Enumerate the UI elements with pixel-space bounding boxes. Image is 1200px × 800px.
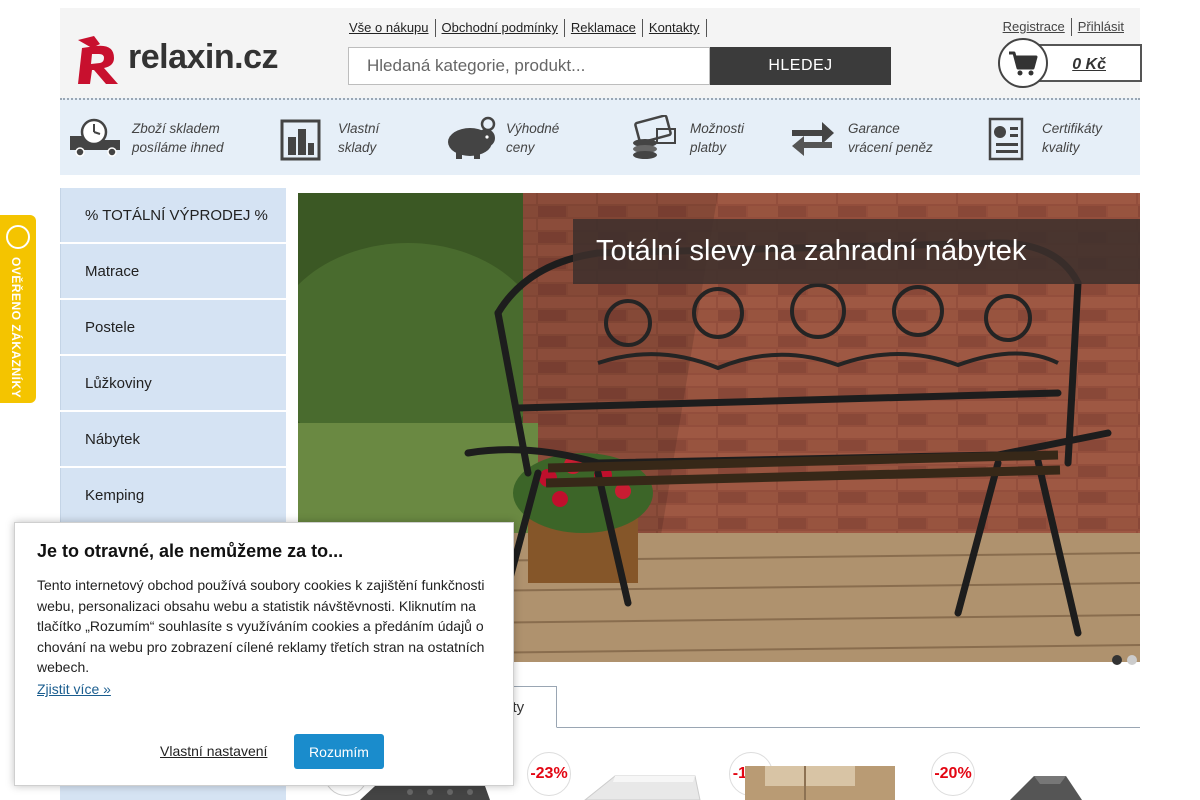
benefit-certificates: Certifikáty kvality (978, 110, 1102, 166)
benefit-line: posíláme ihned (132, 140, 224, 155)
login-link[interactable]: Přihlásit (1070, 18, 1130, 36)
payment-coins-icon (626, 114, 682, 162)
link-contacts[interactable]: Kontakty (643, 19, 707, 37)
search-bar: HLEDEJ (348, 47, 891, 85)
logo-r-icon (78, 36, 118, 84)
link-terms[interactable]: Obchodní podmínky (436, 19, 565, 37)
benefit-line: Certifikáty (1042, 121, 1103, 136)
piggy-bank-icon (442, 114, 498, 162)
benefits-bar: Zboží skladem posíláme ihned Vlastní sklad… (60, 98, 1140, 175)
category-bedding[interactable]: Lůžkoviny (60, 356, 286, 410)
benefit-line: platby (690, 140, 727, 155)
site-logo[interactable]: relaxin.cz (72, 34, 292, 88)
benefit-in-stock: Zboží skladem posíláme ihned (68, 110, 224, 166)
benefit-line: Vlastní (338, 121, 380, 136)
benefit-line: Garance (848, 121, 900, 136)
category-beds[interactable]: Postele (60, 300, 286, 354)
account-links: Registrace Přihlásit (997, 18, 1130, 36)
link-complaints[interactable]: Reklamace (565, 19, 643, 37)
slider-dot[interactable] (1127, 655, 1137, 665)
benefit-line: Zboží skladem (132, 121, 220, 136)
cart-icon[interactable] (998, 38, 1048, 88)
slider-dots (1112, 655, 1137, 665)
category-mattresses[interactable]: Matrace (60, 244, 286, 298)
page: relaxin.cz Vše o nákupu Obchodní podmínk… (0, 0, 1200, 800)
link-about-shopping[interactable]: Vše o nákupu (344, 19, 436, 37)
benefit-line: kvality (1042, 140, 1080, 155)
hero-caption: Totální slevy na zahradní nábytek (573, 219, 1140, 284)
warehouse-icon (274, 114, 330, 162)
cart-total: 0 Kč (1072, 56, 1106, 73)
discount-badge: -23% (527, 752, 571, 796)
cookie-agree-button[interactable]: Rozumím (294, 734, 384, 769)
cookie-learn-more-link[interactable]: Zjistit více » (37, 681, 111, 697)
product-image[interactable] (990, 752, 1110, 800)
search-button[interactable]: HLEDEJ (710, 47, 891, 85)
cookie-text: Tento internetový obchod používá soubory… (37, 577, 485, 675)
category-sidebar: % TOTÁLNÍ VÝPRODEJ % Matrace Postele Lůž… (60, 188, 286, 524)
badge-text: OVĚŘENO ZÁKAZNÍKY (9, 257, 23, 399)
benefit-money-back: Garance vrácení peněz (784, 110, 933, 166)
benefit-line: ceny (506, 140, 535, 155)
slider-dot-active[interactable] (1112, 655, 1122, 665)
benefit-line: vrácení peněz (848, 140, 933, 155)
benefit-line: Výhodné (506, 121, 560, 136)
benefit-payment-options: Možnosti platby (626, 110, 744, 166)
seal-icon (6, 225, 30, 249)
top-links: Vše o nákupu Obchodní podmínky Reklamace… (344, 18, 707, 38)
register-link[interactable]: Registrace (997, 18, 1071, 36)
category-camping[interactable]: Kemping (60, 468, 286, 522)
discount-badge: -20% (931, 752, 975, 796)
benefit-own-warehouses: Vlastní sklady (274, 110, 379, 166)
cart[interactable]: 0 Kč (998, 38, 1142, 88)
search-input[interactable] (348, 47, 710, 85)
site-header: relaxin.cz Vše o nákupu Obchodní podmínk… (60, 8, 1142, 98)
category-clearance[interactable]: % TOTÁLNÍ VÝPRODEJ % (60, 188, 286, 242)
delivery-truck-icon (68, 114, 124, 162)
certificate-icon (978, 114, 1034, 162)
money-back-arrows-icon (784, 114, 840, 162)
category-furniture[interactable]: Nábytek (60, 412, 286, 466)
cookie-custom-settings-link[interactable]: Vlastní nastavení (160, 743, 267, 759)
benefit-line: Možnosti (690, 121, 745, 136)
benefit-line: sklady (338, 140, 377, 155)
cookie-title: Je to otravné, ale nemůžeme za to... (37, 541, 344, 561)
verified-by-customers-badge[interactable]: OVĚŘENO ZÁKAZNÍKY (0, 215, 36, 403)
product-image[interactable] (575, 752, 705, 800)
benefit-good-prices: Výhodné ceny (442, 110, 559, 166)
logo-text: relaxin.cz (128, 38, 278, 76)
cookie-consent-dialog: Je to otravné, ale nemůžeme za to... Ten… (14, 522, 514, 786)
product-image[interactable] (735, 752, 905, 800)
